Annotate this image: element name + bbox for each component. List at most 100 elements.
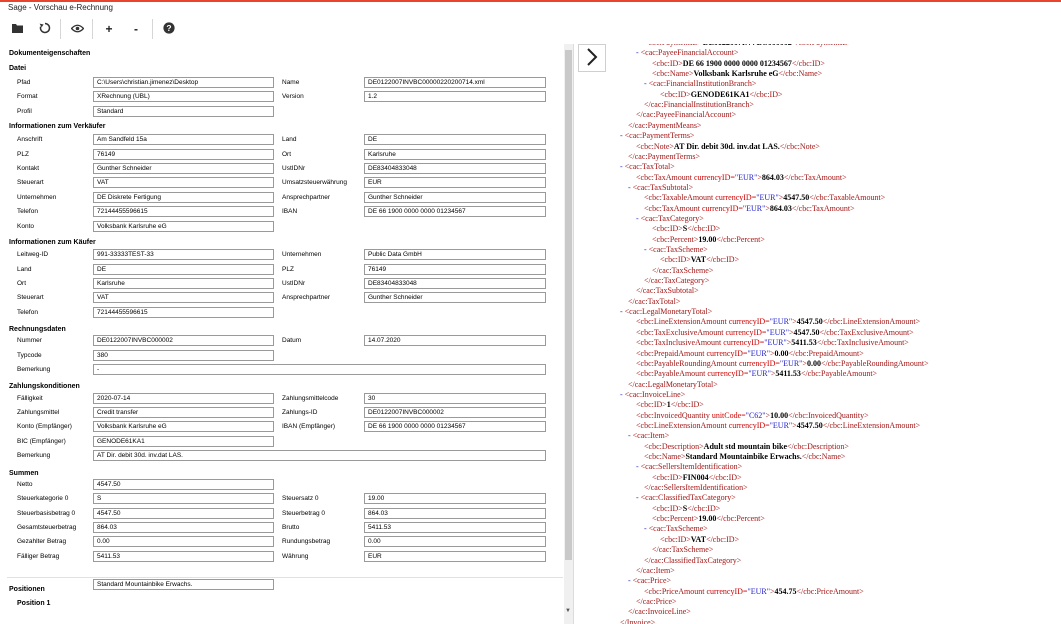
field-value[interactable]: Public Data GmbH — [364, 249, 546, 261]
scrollbar-thumb[interactable] — [565, 50, 572, 560]
open-file-button[interactable] — [6, 14, 30, 44]
field-label: Leitweg-ID — [17, 251, 49, 259]
xml-tag: <cac:TaxScheme> — [648, 245, 708, 254]
field-value[interactable]: DE — [93, 263, 274, 275]
field-value[interactable]: DE83404833048 — [364, 277, 546, 289]
xml-tag: <cbc:ID> — [636, 400, 667, 410]
field-label: Steuersatz 0 — [282, 495, 319, 503]
add-button[interactable]: + — [97, 14, 121, 44]
field-label: Telefon — [17, 208, 38, 216]
field-value[interactable]: DE 66 1900 0000 0000 01234567 — [364, 206, 546, 218]
field-value[interactable]: 2020-07-14 — [93, 392, 274, 404]
field-value[interactable]: Gunther Schneider — [93, 163, 274, 175]
field-label: Unternehmen — [17, 193, 57, 201]
xml-tag: </cac:Price> — [636, 596, 677, 606]
field-value[interactable]: 72144455596615 — [93, 206, 274, 218]
field-value[interactable]: DE — [364, 134, 546, 146]
field-value[interactable]: 19.00 — [364, 493, 546, 505]
xml-line: - <cac:LegalMonetaryTotal> — [620, 307, 712, 317]
xml-value: AT Dir. debit 30d. inv.dat LAS. — [673, 141, 780, 151]
field-label: Fälligkeit — [17, 394, 43, 402]
field-value[interactable]: Standard — [93, 105, 274, 117]
field-label: Steuerkategorie 0 — [17, 495, 69, 503]
field-value[interactable]: 0.00 — [364, 536, 546, 548]
section-title-seller: Informationen zum Verkäufer — [9, 123, 106, 130]
xml-attribute: currencyID= — [726, 317, 770, 327]
xml-value: DE0122007INVBC000002 — [703, 44, 792, 47]
field-value[interactable]: 5411.53 — [364, 521, 546, 533]
remove-button[interactable]: - — [124, 14, 148, 44]
field-value[interactable]: Credit transfer — [93, 407, 274, 419]
field-value[interactable]: EUR — [364, 177, 546, 189]
field-value[interactable]: 76149 — [93, 148, 274, 160]
field-value[interactable]: 4547.50 — [93, 478, 274, 490]
field-value[interactable]: DE 66 1900 0000 0000 01234567 — [364, 421, 546, 433]
field-value[interactable]: 864.03 — [364, 507, 546, 519]
vertical-scrollbar[interactable]: ▼ — [564, 44, 573, 624]
field-label: Pfad — [17, 79, 31, 86]
xml-source-panel: <cbc:PaymentID>DE0122007INVBC000002</cbc… — [606, 44, 1061, 624]
field-label: Bemerkung — [17, 452, 51, 460]
field-value[interactable]: XRechnung (UBL) — [93, 91, 274, 103]
xml-tag: </cac:TaxTotal> — [628, 296, 681, 306]
field-value[interactable]: EUR — [364, 550, 546, 562]
field-value[interactable]: Volksbank Karlsruhe eG — [93, 220, 274, 232]
xml-attribute-value: "EUR" — [747, 348, 770, 358]
xml-value: 4547.50 — [796, 317, 823, 327]
field-value[interactable]: DE0122007INVBC000002 — [364, 407, 546, 419]
field-value[interactable]: DE0122007INVBC000002 — [93, 335, 274, 347]
field-value[interactable]: Karlsruhe — [364, 148, 546, 160]
field-label: Nummer — [17, 337, 42, 345]
field-value[interactable]: VAT — [93, 177, 274, 189]
toggle-xml-panel-button[interactable] — [578, 44, 606, 72]
xml-line: <cbc:ID>1</cbc:ID> — [636, 400, 704, 410]
field-value[interactable]: VAT — [93, 292, 274, 304]
field-value[interactable]: 380 — [93, 349, 274, 361]
field-value[interactable]: S — [93, 493, 274, 505]
refresh-button[interactable] — [33, 14, 57, 44]
field-value[interactable]: 864.03 — [93, 521, 274, 533]
xml-tag: </cbc:ID> — [706, 534, 740, 544]
xml-attribute: currencyID= — [691, 172, 735, 182]
xml-line: <cbc:ID>S</cbc:ID> — [652, 224, 720, 234]
field-value[interactable]: Gunther Schneider — [364, 191, 546, 203]
field-value[interactable]: 30 — [364, 392, 546, 404]
field-value[interactable]: - — [93, 364, 546, 375]
field-value[interactable]: Am Sandfeld 15a — [93, 134, 274, 146]
field-value[interactable]: DE83404833048 — [364, 163, 546, 175]
xml-attribute: currencyID= — [723, 327, 767, 337]
field-value[interactable]: GENODE61KA1 — [93, 435, 274, 447]
xml-tag: </cac:PayeeFinancialAccount> — [636, 110, 737, 120]
field-value[interactable]: 5411.53 — [93, 550, 274, 562]
field-value[interactable]: 72144455596615 — [93, 306, 274, 318]
scroll-down-arrow-icon[interactable]: ▼ — [565, 608, 571, 614]
xml-line: - <cac:PayeeFinancialAccount> — [636, 48, 739, 58]
xml-line: </cac:TaxScheme> — [652, 266, 713, 276]
help-button[interactable]: ? — [157, 14, 181, 44]
field-label: Typcode — [17, 351, 42, 359]
xml-line: <cbc:ID>S</cbc:ID> — [652, 504, 720, 514]
field-value[interactable]: Gunther Schneider — [364, 292, 546, 304]
field-value[interactable]: DE0122007INVBC00000220200714.xml — [364, 77, 546, 88]
field-value[interactable]: 76149 — [364, 263, 546, 275]
xml-tag: <cac:InvoiceLine> — [624, 389, 686, 399]
field-value[interactable]: 4547.50 — [93, 507, 274, 519]
field-label: Format — [17, 93, 38, 101]
xml-line: - <cac:FinancialInstitutionBranch> — [644, 79, 756, 89]
field-value[interactable]: 991-33333TEST-33 — [93, 249, 274, 261]
preview-button[interactable] — [65, 14, 89, 44]
field-value[interactable]: 1.2 — [364, 91, 546, 103]
field-value[interactable]: Volksbank Karlsruhe eG — [93, 421, 274, 433]
field-value[interactable]: DE Diskrete Fertigung — [93, 191, 274, 203]
xml-value: VAT — [690, 534, 707, 544]
xml-tag: </cbc:PrepaidAmount> — [788, 348, 864, 358]
xml-value: DE 66 1900 0000 0000 01234567 — [682, 58, 792, 68]
help-icon: ? — [163, 22, 175, 36]
field-value[interactable]: AT Dir. debit 30d. inv.dat LAS. — [93, 450, 546, 462]
field-value[interactable]: 0.00 — [93, 536, 274, 548]
field-value[interactable]: 14.07.2020 — [364, 335, 546, 347]
field-value[interactable]: Karlsruhe — [93, 277, 274, 289]
field-value[interactable]: Standard Mountainbike Erwachs. — [93, 579, 274, 591]
refresh-icon — [39, 22, 51, 36]
field-value[interactable]: C:\Users\christian.jimenez\Desktop — [93, 77, 274, 88]
